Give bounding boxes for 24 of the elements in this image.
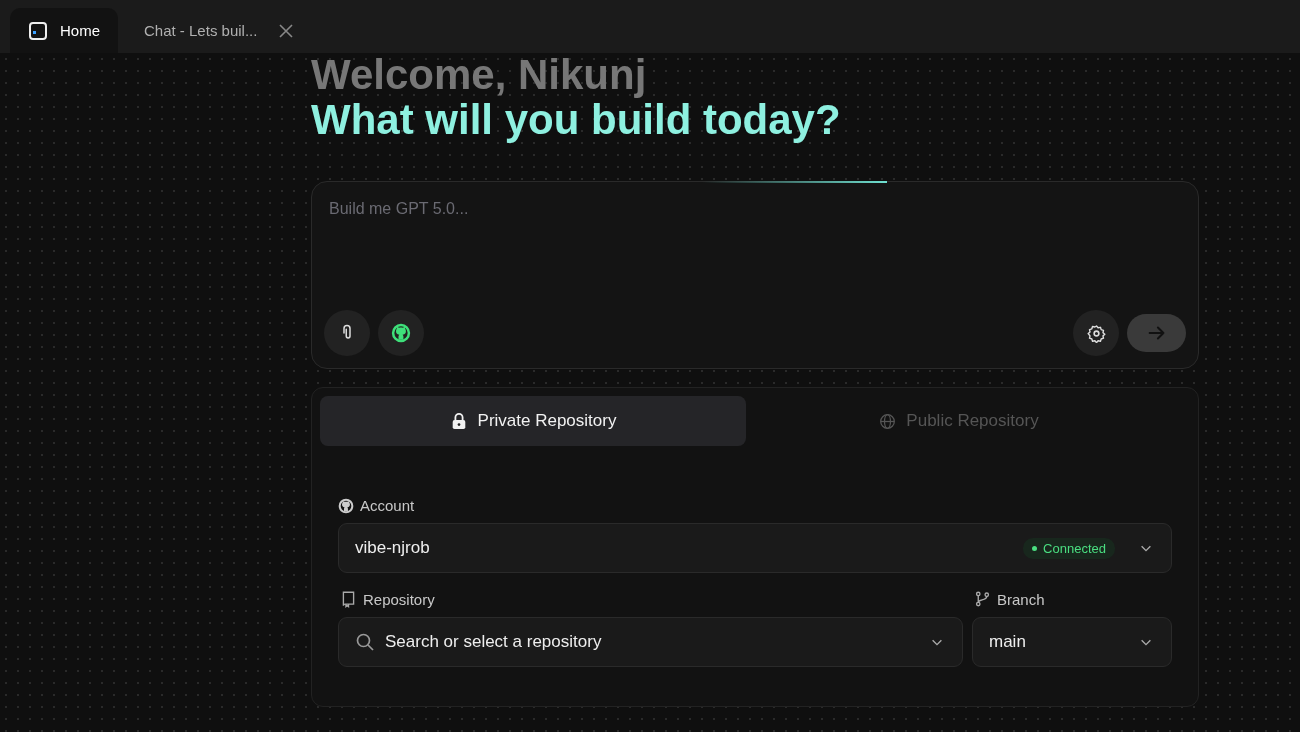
window-icon	[28, 20, 48, 41]
tab[interactable]: Home	[10, 8, 118, 53]
book-icon	[340, 590, 357, 608]
settings-button[interactable]	[1073, 310, 1119, 356]
github-button[interactable]	[378, 310, 424, 356]
field-label: Account	[360, 497, 415, 514]
globe-icon	[879, 412, 897, 430]
status-badge: Connected	[1023, 537, 1115, 559]
close-icon[interactable]	[279, 23, 294, 38]
field-label: Branch	[997, 590, 1045, 608]
field-label: Repository	[363, 590, 435, 608]
settings-icon	[1086, 323, 1106, 343]
greeting: Welcome, Nikunj	[311, 53, 648, 97]
account-select[interactable]: vibe-njrob Connected	[338, 523, 1172, 573]
search-icon	[355, 632, 375, 652]
github-icon	[338, 497, 354, 514]
github-icon	[391, 323, 411, 343]
branch-icon	[974, 590, 991, 608]
headline: What will you build today?	[311, 97, 842, 143]
repository-search-field[interactable]: Search or select a repository	[338, 617, 963, 667]
branch-select[interactable]: main	[972, 617, 1172, 667]
attach-button[interactable]	[324, 310, 370, 356]
repository-tab[interactable]: Private Repository	[320, 396, 746, 446]
tab[interactable]: Chat - Lets buil...	[126, 8, 308, 53]
